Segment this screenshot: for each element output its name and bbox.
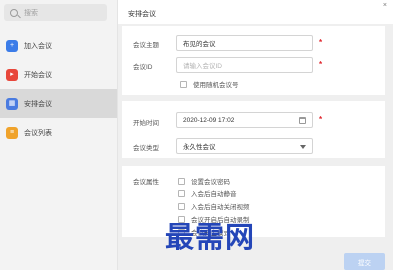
submit-button[interactable]: 提交 bbox=[344, 253, 385, 270]
sidebar: 搜索 + 加入会议 ▸ 开始会议 ▦ 安排会议 ≡ 会议列表 bbox=[0, 0, 118, 270]
close-icon[interactable]: × bbox=[383, 2, 387, 9]
attr-label: 入会后自动静音 bbox=[191, 191, 237, 198]
attributes-label: 会议属性 bbox=[133, 179, 159, 186]
sidebar-item-label: 会议列表 bbox=[24, 129, 52, 137]
meeting-list-icon: ≡ bbox=[6, 126, 18, 139]
meeting-type-label: 会议类型 bbox=[133, 145, 159, 152]
schedule-meeting-icon: ▦ bbox=[6, 97, 18, 110]
subject-value: 布见的会议 bbox=[183, 41, 216, 48]
required-mark: * bbox=[319, 115, 323, 124]
main-content: 安排会议 × 会议主题 布见的会议 * 会议ID 请输入会议ID * 使用随机会… bbox=[118, 0, 393, 270]
meeting-info-panel: 会议主题 布见的会议 * 会议ID 请输入会议ID * 使用随机会议号 bbox=[122, 26, 385, 95]
meeting-type-select[interactable]: 永久性会议 bbox=[176, 138, 313, 154]
page-title: 安排会议 bbox=[128, 11, 156, 18]
attr-label: 入会后自动关闭视频 bbox=[191, 204, 250, 211]
join-meeting-icon: + bbox=[6, 39, 18, 52]
watermark: 最需网 bbox=[165, 220, 256, 254]
calendar-icon[interactable] bbox=[299, 117, 306, 124]
checkbox[interactable] bbox=[180, 80, 187, 88]
sidebar-item-label: 安排会议 bbox=[24, 100, 52, 108]
sidebar-item-join-meeting[interactable]: + 加入会议 bbox=[0, 31, 117, 60]
meeting-type-value: 永久性会议 bbox=[183, 144, 216, 151]
meeting-id-label: 会议ID bbox=[133, 64, 153, 71]
attr-auto-video-off-option[interactable]: 入会后自动关闭视频 bbox=[178, 201, 250, 211]
sidebar-item-schedule-meeting[interactable]: ▦ 安排会议 bbox=[0, 89, 117, 118]
checkbox[interactable] bbox=[178, 189, 185, 197]
chevron-down-icon bbox=[300, 145, 306, 149]
random-id-label: 使用随机会议号 bbox=[193, 82, 239, 89]
attr-auto-mute-option[interactable]: 入会后自动静音 bbox=[178, 188, 237, 198]
search-icon bbox=[10, 8, 18, 17]
meeting-id-placeholder: 请输入会议ID bbox=[183, 63, 222, 70]
sidebar-item-label: 开始会议 bbox=[24, 71, 52, 79]
attr-label: 设置会议密码 bbox=[191, 179, 230, 186]
sidebar-item-start-meeting[interactable]: ▸ 开始会议 bbox=[0, 60, 117, 89]
subject-label: 会议主题 bbox=[133, 42, 159, 49]
required-mark: * bbox=[319, 38, 323, 47]
random-id-checkbox[interactable]: 使用随机会议号 bbox=[180, 79, 239, 89]
subject-field[interactable]: 布见的会议 bbox=[176, 35, 313, 51]
start-time-picker[interactable]: 2020-12-09 17:02 bbox=[176, 112, 313, 128]
required-mark: * bbox=[319, 60, 323, 69]
title-bar: 安排会议 × bbox=[118, 0, 393, 24]
start-meeting-icon: ▸ bbox=[6, 68, 18, 81]
start-time-label: 开始时间 bbox=[133, 120, 159, 127]
checkbox[interactable] bbox=[178, 177, 185, 185]
search-input[interactable]: 搜索 bbox=[4, 4, 107, 21]
sidebar-item-label: 加入会议 bbox=[24, 42, 52, 50]
meeting-id-field[interactable]: 请输入会议ID bbox=[176, 57, 313, 73]
time-type-panel: 开始时间 2020-12-09 17:02 * 会议类型 永久性会议 bbox=[122, 101, 385, 158]
search-placeholder: 搜索 bbox=[24, 9, 38, 17]
start-time-value: 2020-12-09 17:02 bbox=[183, 116, 235, 124]
checkbox[interactable] bbox=[178, 202, 185, 210]
attr-password-option[interactable]: 设置会议密码 bbox=[178, 176, 230, 186]
sidebar-item-meeting-list[interactable]: ≡ 会议列表 bbox=[0, 118, 117, 147]
